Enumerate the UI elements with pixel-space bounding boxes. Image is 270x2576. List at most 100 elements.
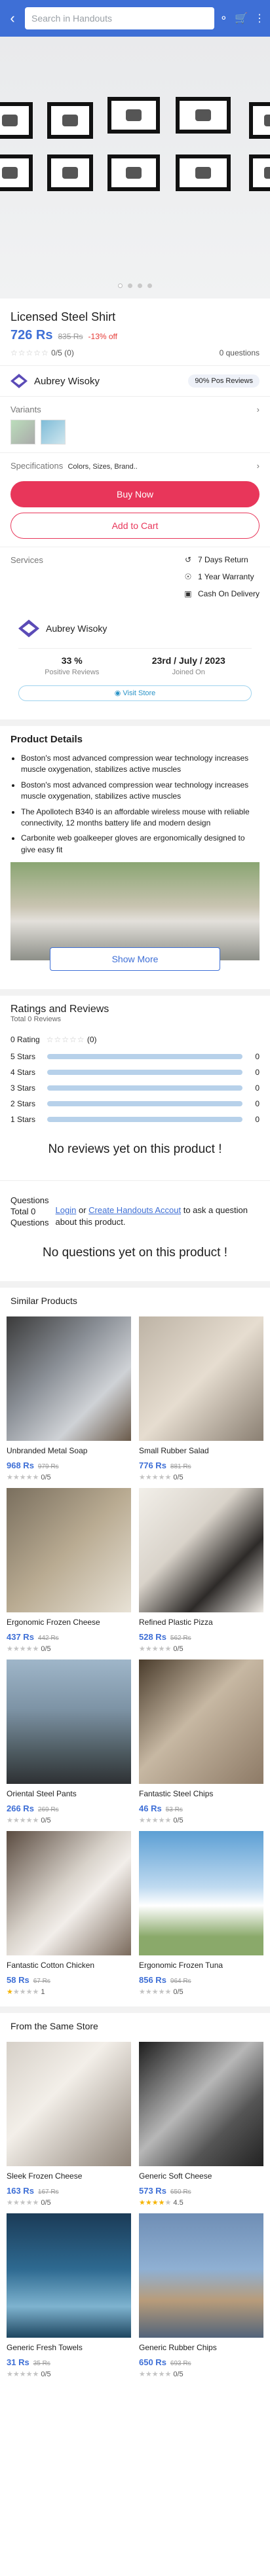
product-card[interactable]: Ergonomic Frozen Cheese 437 Rs 442 Rs ★★★★★… [7,1487,131,1653]
carousel-dot[interactable] [128,283,132,288]
star-rating: ★★★★★ [7,1644,39,1653]
arrow-left-icon[interactable]: ‹ [5,10,20,27]
rating-text: 1 [41,1987,45,1996]
product-card[interactable]: Small Rubber Salad 776 Rs 881 Rs ★★★★★ 0/5 [139,1316,263,1481]
rating-text: 0/5 (0) [51,348,74,357]
product-price: 650 Rs [139,2357,166,2367]
product-name: Refined Plastic Pizza [139,1617,213,1627]
old-price: 67 Rs [33,1977,50,1985]
rating-text: 0/5 [173,1644,183,1653]
detail-bullet: Carbonite web goalkeeper gloves are ergo… [21,833,260,856]
gallery-frame [47,154,93,191]
gallery-frame [249,154,270,191]
share-icon[interactable]: ⚬ [220,12,228,25]
rating-text: 0/5 [173,1473,183,1481]
product-thumbnail [139,1316,263,1441]
product-card[interactable]: Generic Rubber Chips 650 Rs 693 Rs ★★★★★ 0/… [139,2213,263,2378]
product-thumbnail [7,2041,131,2166]
star-rating: ★★★★★ [7,1987,39,1996]
carousel-dot[interactable] [138,283,142,288]
product-price: 437 Rs [7,1631,34,1642]
product-price: 776 Rs [139,1460,166,1470]
dist-count: 0 [255,1115,260,1125]
product-thumbnail [139,1659,263,1784]
same-store-grid: Sleek Frozen Cheese 163 Rs 167 Rs ★★★★★ 0/5… [0,2041,270,2378]
carousel-dot[interactable] [118,283,123,288]
positive-percent: 33 % [61,655,83,666]
store-name: Aubrey Wisoky [46,623,107,634]
product-name: Generic Soft Cheese [139,2171,212,2181]
store-card: Aubrey Wisoky 33 % Positive Reviews 23rd … [10,611,260,709]
services-section: Services ↺ 7 Days Return ☉ 1 Year Warranty… [0,547,270,606]
star-rating: ☆☆☆☆☆ [10,348,49,357]
dist-label: 3 Stars [10,1083,36,1093]
rating-text: 0/5 [41,2370,51,2378]
dist-count: 0 [255,1052,260,1062]
gallery-frame [107,97,160,134]
create-account-link[interactable]: Create Handouts Accout [88,1205,181,1215]
dist-bar [47,1070,242,1076]
variants-section[interactable]: Variants › [0,397,270,452]
dist-label: 5 Stars [10,1052,36,1062]
product-card[interactable]: Ergonomic Frozen Tuna 856 Rs 964 Rs ★★★★★ 0… [139,1830,263,1996]
gallery-frame [176,154,231,191]
dist-count: 0 [255,1083,260,1093]
cart-icon[interactable]: 🛒 [235,12,248,25]
rating-count: (0) [87,1035,97,1045]
visit-store-button[interactable]: ◉ Visit Store [18,685,252,701]
login-link[interactable]: Login [56,1205,77,1215]
product-image-carousel[interactable] [0,37,270,299]
dist-bar [47,1054,242,1060]
carousel-dots [0,283,270,288]
product-thumbnail [139,2041,263,2166]
store-logo-icon [18,619,39,638]
visit-store-label: Visit Store [123,689,156,697]
dist-label: 4 Stars [10,1068,36,1078]
dist-label: 1 Stars [10,1115,36,1125]
gallery-frame [107,154,160,191]
product-card[interactable]: Unbranded Metal Soap 968 Rs 979 Rs ★★★★★ 0/… [7,1316,131,1481]
product-name: Fantastic Cotton Chicken [7,1960,95,1970]
product-thumbnail [7,1316,131,1441]
product-price: 266 Rs [7,1803,34,1813]
old-price: 835 Rs [58,332,83,341]
product-name: Unbranded Metal Soap [7,1445,88,1455]
variant-thumb[interactable] [10,420,35,444]
product-price: 573 Rs [139,2185,166,2196]
chevron-right-icon: › [256,461,260,471]
questions-count[interactable]: 0 questions [220,348,260,357]
carousel-dot[interactable] [147,283,152,288]
services-label: Services [10,555,43,565]
service-item: 7 Days Return [197,555,248,564]
detail-bullet: The Apollotech B340 is an affordable wir… [21,807,260,829]
product-card[interactable]: Fantastic Steel Chips 46 Rs 53 Rs ★★★★★ 0/5 [139,1659,263,1824]
specifications-row[interactable]: Specifications Colors, Sizes, Brand.. › [0,452,270,479]
return-icon: ↺ [184,555,191,564]
product-card[interactable]: Generic Fresh Towels 31 Rs 35 Rs ★★★★★ 0/5 [7,2213,131,2378]
rating-text: 0/5 [173,2370,183,2378]
service-item: 1 Year Warranty [197,572,254,581]
add-to-cart-button[interactable]: Add to Cart [10,513,260,539]
more-vert-icon[interactable]: ⋮ [254,12,265,25]
product-card[interactable]: Sleek Frozen Cheese 163 Rs 167 Rs ★★★★★ 0/5 [7,2041,131,2207]
product-thumbnail [7,1830,131,1955]
product-card[interactable]: Oriental Steel Pants 266 Rs 269 Rs ★★★★★ 0/… [7,1659,131,1824]
seller-name: Aubrey Wisoky [34,375,100,387]
variant-thumb[interactable] [41,420,66,444]
product-price: 856 Rs [139,1974,166,1985]
search-input[interactable]: Search in Handouts [25,7,214,29]
chevron-right-icon: › [256,405,260,414]
dist-bar [47,1117,242,1123]
product-card[interactable]: Generic Soft Cheese 573 Rs 650 Rs ★★★★★ 4.5 [139,2041,263,2207]
dist-count: 0 [255,1099,260,1109]
buy-now-button[interactable]: Buy Now [10,481,260,507]
product-details: Product Details Boston's most advanced c… [0,726,270,979]
joined-date: 23rd / July / 2023 [151,655,225,666]
product-thumbnail [7,1659,131,1784]
product-card[interactable]: Fantastic Cotton Chicken 58 Rs 67 Rs ★★★★★ … [7,1830,131,1996]
product-card[interactable]: Refined Plastic Pizza 528 Rs 562 Rs ★★★★★ 0… [139,1487,263,1653]
show-more-button[interactable]: Show More [50,947,220,971]
product-summary: Licensed Steel Shirt 726 Rs 835 Rs -13% … [0,299,270,365]
detail-bullet: Boston's most advanced compression wear … [21,753,260,776]
seller-strip[interactable]: Aubrey Wisoky 90% Pos Reviews [0,365,270,397]
